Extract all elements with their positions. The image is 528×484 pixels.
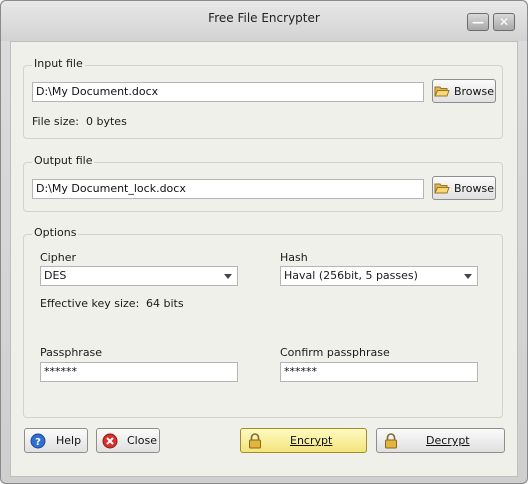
decrypt-button-label: Decrypt: [426, 434, 470, 447]
close-window-button[interactable]: ✕: [493, 13, 515, 31]
input-browse-label: Browse: [453, 84, 495, 98]
confirm-passphrase-label: Confirm passphrase: [280, 346, 390, 359]
decrypt-button[interactable]: Decrypt: [376, 428, 505, 453]
folder-open-icon: [434, 84, 450, 98]
help-button[interactable]: ? Help: [24, 428, 88, 453]
close-circle-icon: [102, 433, 118, 449]
padlock-icon: [384, 432, 398, 449]
hash-selected-value: Haval (256bit, 5 passes): [284, 269, 418, 282]
encrypt-button[interactable]: Encrypt: [240, 428, 367, 453]
output-file-path-field[interactable]: D:\My Document_lock.docx: [32, 179, 424, 199]
options-group-label: Options: [32, 226, 79, 239]
cipher-selected-value: DES: [44, 269, 67, 282]
window-title: Free File Encrypter: [208, 11, 320, 25]
cipher-select[interactable]: DES: [40, 266, 238, 286]
output-browse-button[interactable]: Browse: [432, 176, 496, 200]
app-window: Free File Encrypter — ✕ Input file D:\My…: [0, 0, 528, 484]
chevron-down-icon: [464, 274, 472, 279]
output-browse-label: Browse: [453, 181, 495, 195]
output-file-group-label: Output file: [32, 154, 95, 167]
chevron-down-icon: [224, 274, 232, 279]
input-browse-button[interactable]: Browse: [432, 79, 496, 103]
hash-label: Hash: [280, 251, 308, 264]
close-button[interactable]: Close: [96, 428, 160, 453]
file-size-value: 0 bytes: [86, 115, 127, 128]
input-file-group: Input file D:\My Document.docx Browse Fi…: [23, 57, 503, 139]
passphrase-field[interactable]: ******: [40, 362, 238, 382]
confirm-passphrase-field[interactable]: ******: [280, 362, 478, 382]
svg-text:?: ?: [35, 437, 41, 448]
options-group: Options Cipher DES Hash Haval (256bit, 5…: [23, 226, 503, 418]
output-file-group: Output file D:\My Document_lock.docx Bro…: [23, 154, 503, 212]
title-bar[interactable]: Free File Encrypter — ✕: [1, 1, 527, 41]
encrypt-button-label: Encrypt: [290, 434, 333, 447]
key-size-label: Effective key size:: [40, 297, 140, 310]
padlock-icon: [248, 432, 262, 449]
client-area: Input file D:\My Document.docx Browse Fi…: [10, 41, 518, 477]
help-icon: ?: [30, 433, 46, 449]
help-button-label: Help: [56, 434, 82, 447]
key-size-value: 64 bits: [146, 297, 184, 310]
folder-open-icon: [434, 181, 450, 195]
hash-select[interactable]: Haval (256bit, 5 passes): [280, 266, 478, 286]
close-button-label: Close: [127, 434, 157, 447]
passphrase-label: Passphrase: [40, 346, 103, 359]
minimize-button[interactable]: —: [467, 13, 489, 31]
cipher-label: Cipher: [40, 251, 76, 264]
input-file-path-field[interactable]: D:\My Document.docx: [32, 82, 424, 102]
input-file-group-label: Input file: [32, 57, 85, 70]
file-size-label: File size:: [32, 115, 79, 128]
